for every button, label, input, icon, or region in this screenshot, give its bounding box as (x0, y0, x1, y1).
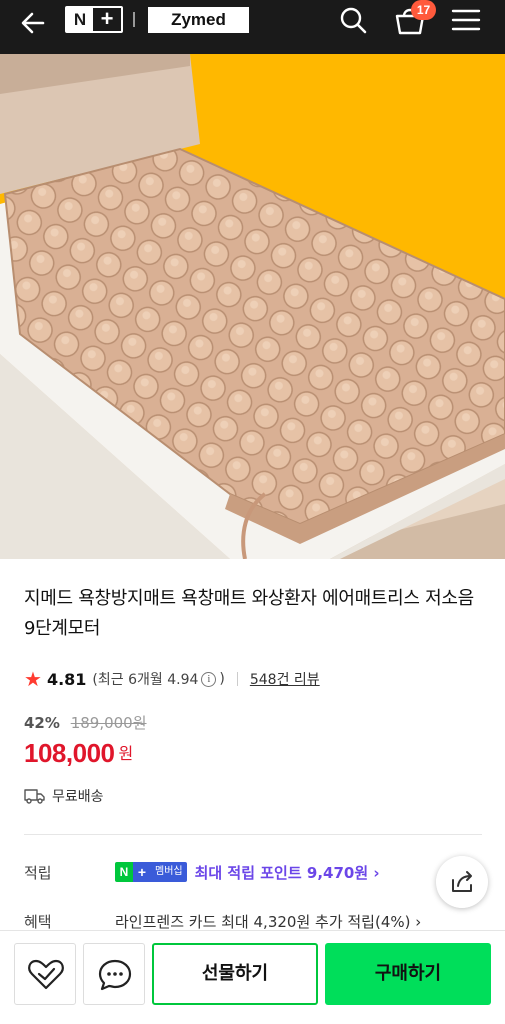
rating-divider (236, 672, 238, 686)
heart-check-icon (28, 959, 64, 990)
discount-rate: 42% (24, 714, 60, 732)
brand-logo[interactable]: Zymed (148, 7, 249, 33)
gift-button[interactable]: 선물하기 (152, 943, 318, 1005)
price-number: 108,000 (24, 738, 115, 768)
top-header: N + Zymed 17 (0, 0, 505, 54)
discount-row: 42% 189,000원 (24, 712, 147, 733)
rating-row: ★ 4.81 (최근 6개월 4.94 i ) 548건 리뷰 (24, 667, 320, 691)
original-price: 189,000원 (70, 714, 147, 732)
current-price: 108,000 원 (24, 738, 133, 769)
benefit-label: 혜택 (24, 912, 52, 931)
star-icon: ★ (24, 667, 42, 691)
buy-button[interactable]: 구매하기 (325, 943, 491, 1005)
header-separator (133, 12, 135, 27)
search-icon[interactable] (338, 5, 368, 35)
product-image[interactable] (0, 54, 505, 559)
naver-plus-membership-badge: N + 멤버십 (115, 862, 187, 882)
points-label: 적립 (24, 863, 52, 882)
section-divider (24, 834, 482, 835)
shipping-row: 무료배송 (24, 786, 104, 806)
cart-count-badge: 17 (411, 0, 436, 20)
like-button[interactable] (14, 943, 76, 1005)
air-mattress-photo (0, 54, 505, 559)
logo-plus: + (93, 8, 121, 31)
naver-plus-logo[interactable]: N + (65, 6, 123, 33)
hamburger-menu-icon[interactable] (451, 6, 481, 34)
bottom-action-bar: 선물하기 구매하기 (0, 930, 505, 1024)
badge-text: 멤버십 (151, 862, 187, 882)
share-icon[interactable] (436, 856, 488, 908)
points-text: 최대 적립 포인트 9,470원 › (194, 863, 380, 882)
points-row[interactable]: 적립 N + 멤버십 최대 적립 포인트 9,470원 › (24, 860, 424, 884)
shipping-label: 무료배송 (52, 789, 104, 805)
rating-recent-close: ) (219, 671, 225, 687)
info-icon[interactable]: i (201, 671, 217, 687)
rating-recent: (최근 6개월 4.94 (92, 672, 199, 688)
chat-bubble-icon (98, 959, 132, 991)
badge-plus: + (133, 862, 151, 882)
rating-score: 4.81 (46, 669, 87, 689)
badge-n: N (115, 862, 133, 882)
product-title: 지메드 욕창방지매트 욕창매트 와상환자 에어매트리스 저소음 9단계모터 (24, 588, 474, 639)
back-arrow-icon[interactable] (18, 8, 48, 38)
logo-n: N (67, 8, 94, 31)
review-count-link[interactable]: 548건 리뷰 (250, 669, 320, 689)
price-unit: 원 (118, 744, 134, 763)
benefit-text: 라인프렌즈 카드 최대 4,320원 추가 적립(4%) › (115, 912, 422, 931)
talktalk-button[interactable] (83, 943, 145, 1005)
truck-icon (24, 789, 45, 804)
